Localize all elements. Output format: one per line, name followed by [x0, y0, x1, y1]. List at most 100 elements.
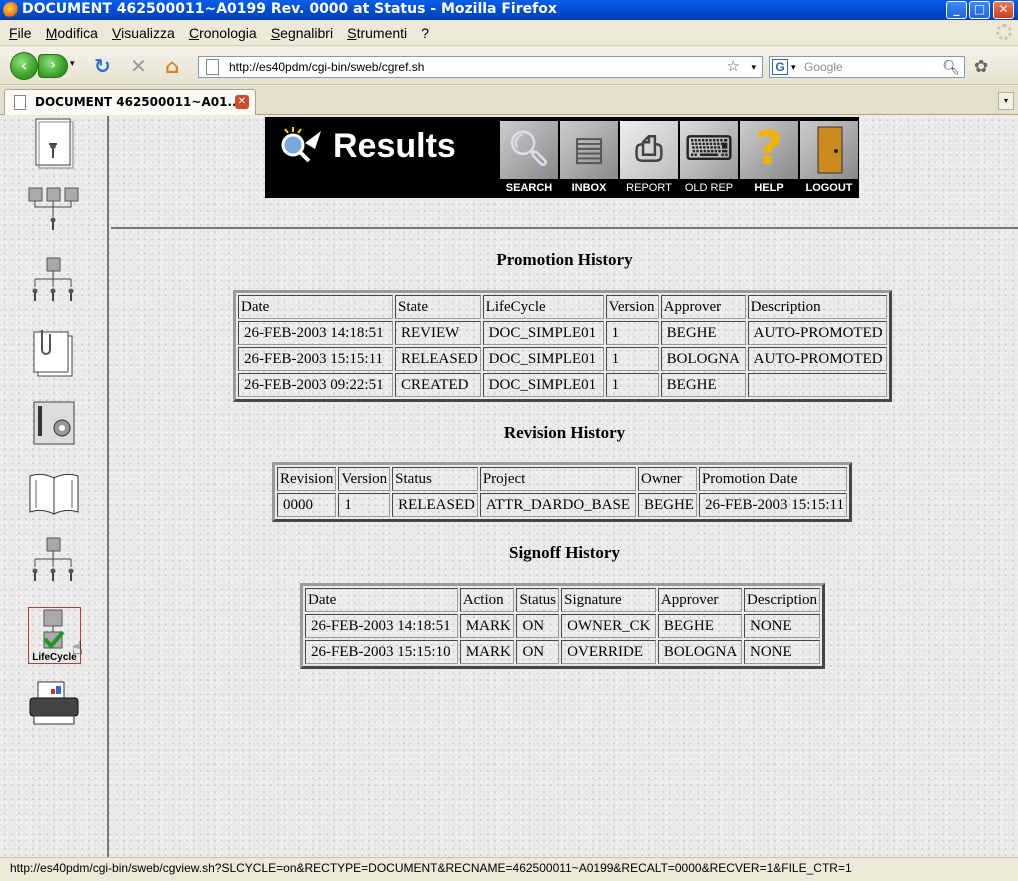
- revision-history-title: Revision History: [503, 423, 626, 442]
- logout-nav-button[interactable]: LOGOUT: [799, 119, 859, 197]
- promotion-history-table: Date State LifeCycle Version Approver De…: [233, 290, 892, 402]
- magnifier-icon: 🔍︎: [500, 121, 558, 179]
- structure-tool-icon[interactable]: [26, 254, 82, 310]
- bookmark-star-icon[interactable]: ☆: [727, 57, 740, 77]
- signoff-history-title: Signoff History: [509, 543, 620, 562]
- table-cell: BOLOGNA: [657, 640, 743, 664]
- table-cell: DOC_SIMPLE01: [482, 373, 604, 397]
- help-nav-button[interactable]: ? HELP: [739, 119, 799, 197]
- table-cell: ON: [516, 640, 560, 664]
- url-bar[interactable]: http://es40pdm/cgi-bin/sweb/cgref.sh ☆ ▾: [198, 56, 763, 78]
- search-bar[interactable]: G ▾ Google 🔍︎: [769, 56, 965, 78]
- tab-close-icon[interactable]: ✕: [235, 95, 249, 109]
- addon-icon[interactable]: ✿: [974, 57, 988, 77]
- tab-page-icon: [14, 95, 26, 110]
- url-text: http://es40pdm/cgi-bin/sweb/cgref.sh: [229, 60, 425, 74]
- forward-button[interactable]: ›: [38, 54, 68, 78]
- maximize-button[interactable]: □: [969, 1, 990, 19]
- google-engine-icon[interactable]: G: [772, 59, 788, 75]
- stop-icon[interactable]: ✕: [130, 56, 147, 76]
- search-icon[interactable]: 🔍︎: [942, 57, 960, 77]
- menu-help[interactable]: ?: [416, 20, 434, 41]
- print-tool-icon[interactable]: [26, 678, 82, 734]
- table-row: 26-FEB-2003 14:18:51 MARK ON OWNER_CK BE…: [305, 614, 820, 638]
- table-cell: OVERRIDE: [561, 640, 656, 664]
- inbox-tray-icon: ▤: [560, 121, 618, 179]
- table-cell: DOC_SIMPLE01: [482, 321, 604, 345]
- tab-list-button[interactable]: ▾: [998, 92, 1014, 110]
- column-header: Owner: [637, 467, 697, 491]
- search-engine-dropdown-icon[interactable]: ▾: [791, 57, 796, 77]
- close-window-button[interactable]: ✕: [993, 1, 1014, 19]
- manual-book-icon[interactable]: [26, 466, 82, 522]
- history-dropdown-icon[interactable]: ▾: [70, 59, 75, 69]
- search-placeholder: Google: [804, 60, 843, 74]
- attachments-tool-icon[interactable]: [26, 326, 82, 382]
- tab-document[interactable]: DOCUMENT 462500011~A01... ✕: [4, 89, 256, 115]
- table-cell: 26-FEB-2003 14:18:51: [238, 321, 393, 345]
- back-button[interactable]: ‹: [10, 52, 38, 80]
- home-icon[interactable]: ⌂: [165, 56, 179, 76]
- menu-cronologia[interactable]: Cronologia: [184, 20, 262, 41]
- promotion-history-title: Promotion History: [496, 250, 633, 269]
- menu-visualizza[interactable]: Visualizza: [107, 20, 180, 41]
- table-cell: BEGHE: [660, 373, 746, 397]
- table-cell: 26-FEB-2003 15:15:10: [305, 640, 458, 664]
- banner-title: Results: [333, 127, 456, 165]
- column-header: Action: [459, 588, 515, 612]
- table-cell: CREATED: [395, 373, 481, 397]
- column-header: State: [395, 295, 481, 319]
- table-cell: 26-FEB-2003 15:15:11: [238, 347, 393, 371]
- table-cell: 1: [605, 347, 659, 371]
- table-header-row: Date Action Status Signature Approver De…: [305, 588, 820, 612]
- url-dropdown-icon[interactable]: ▾: [751, 57, 756, 77]
- window-title-bar: DOCUMENT 462500011~A0199 Rev. 0000 at St…: [0, 0, 1018, 20]
- column-header: Version: [605, 295, 659, 319]
- table-cell: 26-FEB-2003 09:22:51: [238, 373, 393, 397]
- revision-history-table: Revision Version Status Project Owner Pr…: [272, 462, 852, 522]
- column-header: Description: [744, 588, 820, 612]
- table-cell: OWNER_CK: [561, 614, 656, 638]
- inbox-nav-button[interactable]: ▤ INBOX: [559, 119, 619, 197]
- table-cell: BEGHE: [657, 614, 743, 638]
- table-cell: 26-FEB-2003 14:18:51: [305, 614, 458, 638]
- report-nav-button[interactable]: ⎙ REPORT: [619, 119, 679, 197]
- table-cell: DOC_SIMPLE01: [482, 347, 604, 371]
- typewriter-icon: ⌨: [680, 121, 738, 179]
- table-cell: MARK: [459, 640, 515, 664]
- menu-strumenti[interactable]: Strumenti: [342, 20, 412, 41]
- hierarchy-tool-icon[interactable]: [26, 534, 82, 590]
- column-header: Signature: [561, 588, 656, 612]
- menu-modifica[interactable]: Modifica: [41, 20, 103, 41]
- tab-bar: DOCUMENT 462500011~A01... ✕ ▾: [0, 86, 1018, 115]
- reload-icon[interactable]: ↻: [94, 56, 111, 76]
- door-icon: [800, 121, 858, 179]
- table-cell: BOLOGNA: [660, 347, 746, 371]
- table-cell: BEGHE: [660, 321, 746, 345]
- search-nav-button[interactable]: 🔍︎ SEARCH: [499, 119, 559, 197]
- tools-tool-icon[interactable]: [26, 396, 82, 452]
- column-header: Version: [338, 467, 391, 491]
- table-row: 26-FEB-2003 15:15:10 MARK ON OVERRIDE BO…: [305, 640, 820, 664]
- navigation-toolbar: ‹ › ▾ ↻ ✕ ⌂ http://es40pdm/cgi-bin/sweb/…: [0, 47, 1018, 85]
- document-tool-icon[interactable]: [26, 116, 82, 172]
- firefox-logo-icon: [3, 2, 19, 18]
- column-header: Approver: [660, 295, 746, 319]
- hand-cursor-icon: ☝︎: [72, 638, 83, 659]
- minimize-button[interactable]: _: [946, 1, 967, 19]
- menu-file[interactable]: File: [4, 20, 37, 41]
- table-cell: 0000: [277, 493, 337, 517]
- old-rep-nav-button[interactable]: ⌨ OLD REP: [679, 119, 739, 197]
- menu-segnalibri[interactable]: Segnalibri: [266, 20, 338, 41]
- table-header-row: Revision Version Status Project Owner Pr…: [277, 467, 847, 491]
- table-cell: AUTO-PROMOTED: [747, 321, 887, 345]
- table-header-row: Date State LifeCycle Version Approver De…: [238, 295, 887, 319]
- page-icon: [206, 59, 219, 75]
- table-row: 26-FEB-2003 15:15:11 RELEASED DOC_SIMPLE…: [238, 347, 887, 371]
- column-header: Date: [305, 588, 458, 612]
- window-title: DOCUMENT 462500011~A0199 Rev. 0000 at St…: [22, 1, 557, 17]
- where-used-tool-icon[interactable]: [26, 182, 82, 238]
- signoff-history-table: Date Action Status Signature Approver De…: [300, 583, 825, 669]
- status-bar: http://es40pdm/cgi-bin/sweb/cgview.sh?SL…: [0, 857, 1018, 881]
- table-cell: NONE: [744, 614, 820, 638]
